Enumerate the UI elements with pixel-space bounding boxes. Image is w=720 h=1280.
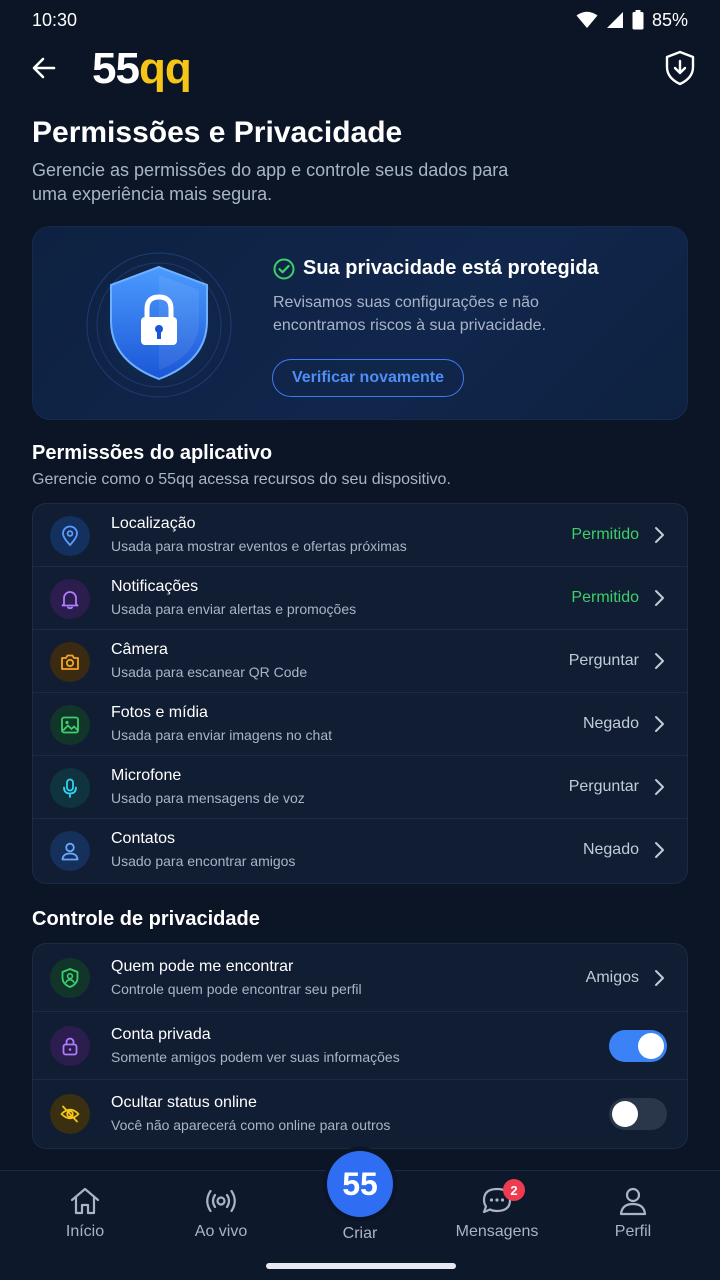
verify-again-button[interactable]: Verificar novamente: [272, 359, 464, 397]
permission-row-photos[interactable]: Fotos e mídia Usada para enviar imagens …: [33, 693, 687, 756]
page-subtitle: Gerencie as permissões do app e controle…: [32, 160, 509, 204]
chevron-right-icon: [655, 527, 664, 543]
image-icon: [61, 716, 79, 734]
user-icon: [61, 842, 79, 861]
check-circle-icon: [273, 258, 295, 279]
privacy-section-title: Controle de privacidade: [32, 908, 260, 930]
chevron-right-icon: [655, 590, 664, 606]
permission-row-microphone[interactable]: Microfone Usado para mensagens de voz Pe…: [33, 756, 687, 819]
battery-icon: [632, 10, 644, 30]
eye-off-icon: [60, 1105, 80, 1123]
nav-messages[interactable]: 2 Mensagens: [447, 1179, 547, 1241]
location-pin-icon: [62, 525, 78, 547]
bell-icon: [61, 591, 79, 610]
chevron-right-icon: [655, 716, 664, 732]
wifi-icon: [576, 11, 598, 28]
shield-download-icon[interactable]: [664, 50, 696, 86]
nav-home[interactable]: Início: [35, 1185, 135, 1241]
permission-row-notifications[interactable]: Notificações Usada para enviar alertas e…: [33, 567, 687, 630]
messages-badge: 2: [503, 1179, 525, 1201]
permission-row-contacts[interactable]: Contatos Usado para encontrar amigos Neg…: [33, 819, 687, 882]
chevron-right-icon: [655, 842, 664, 858]
shield-lock-icon: [81, 247, 237, 403]
privacy-row-private-account: Conta privada Somente amigos podem ver s…: [33, 1012, 687, 1080]
live-broadcast-icon: [206, 1189, 236, 1213]
signal-icon: [606, 12, 623, 28]
page-title: Permissões e Privacidade: [32, 116, 403, 149]
hide-online-status-toggle[interactable]: [609, 1098, 667, 1130]
app-logo: 55qq: [92, 44, 192, 93]
permissions-list: Localização Usada para mostrar eventos e…: [32, 503, 688, 884]
clock: 10:30: [32, 9, 78, 30]
back-arrow-icon[interactable]: [28, 52, 60, 84]
privacy-row-hide-online-status: Ocultar status online Você não aparecerá…: [33, 1080, 687, 1148]
lock-icon: [62, 1037, 78, 1056]
profile-icon: [619, 1187, 647, 1216]
chevron-right-icon: [655, 653, 664, 669]
home-icon: [70, 1187, 100, 1215]
permissions-section-title: Permissões do aplicativo: [32, 442, 273, 464]
privacy-controls-list: Quem pode me encontrar Controle quem pod…: [32, 943, 688, 1149]
nav-create-label: Criar: [342, 1225, 378, 1242]
permission-status: Negado: [582, 715, 639, 732]
permission-row-camera[interactable]: Câmera Usada para escanear QR Code Pergu…: [33, 630, 687, 693]
permission-status: Perguntar: [568, 652, 639, 669]
permission-status: Permitido: [571, 526, 639, 543]
hero-title: Sua privacidade está protegida: [303, 257, 599, 279]
hero-description: Revisamos suas configurações e não encon…: [273, 294, 547, 334]
microphone-icon: [63, 778, 77, 798]
permission-status: Perguntar: [568, 778, 639, 795]
private-account-toggle[interactable]: [609, 1030, 667, 1062]
status-bar: 10:30 85%: [0, 0, 720, 40]
nav-live[interactable]: Ao vivo: [171, 1185, 271, 1241]
privacy-row-who-can-find[interactable]: Quem pode me encontrar Controle quem pod…: [33, 944, 687, 1012]
privacy-status-card: Sua privacidade está protegida Revisamos…: [32, 226, 688, 420]
user-shield-icon: [61, 968, 79, 988]
permission-status: Permitido: [571, 589, 639, 606]
visibility-status: Amigos: [585, 969, 639, 986]
nav-create-button[interactable]: 55: [327, 1151, 393, 1217]
battery-level: 85%: [651, 9, 688, 30]
permission-row-location[interactable]: Localização Usada para mostrar eventos e…: [33, 504, 687, 567]
camera-icon: [61, 654, 79, 670]
nav-profile[interactable]: Perfil: [583, 1185, 683, 1241]
app-bar: 55qq: [0, 42, 720, 98]
chevron-right-icon: [655, 970, 664, 986]
chevron-right-icon: [655, 779, 664, 795]
permission-status: Negado: [582, 841, 639, 858]
home-indicator: [266, 1263, 456, 1269]
permissions-section-subtitle: Gerencie como o 55qq acessa recursos do …: [32, 471, 451, 488]
